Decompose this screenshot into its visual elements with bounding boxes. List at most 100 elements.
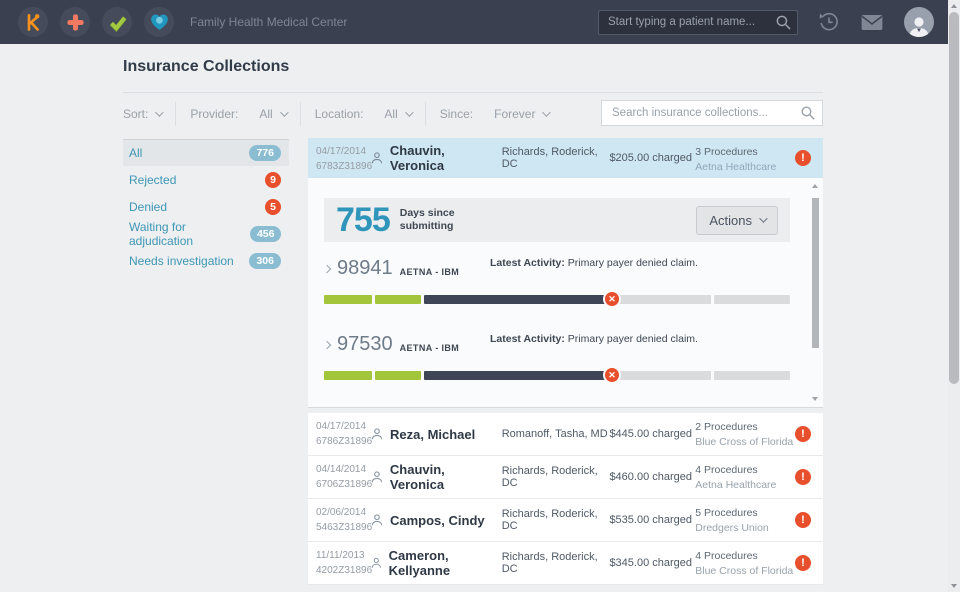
alert-icon: !: [795, 512, 811, 528]
sidebar-item-needs-investigation[interactable]: Needs investigation 306: [123, 247, 289, 274]
date-id-cell: 11/11/2013 4202Z31896: [308, 542, 370, 584]
days-since-bar: 755 Days sincesubmitting Actions: [324, 198, 790, 242]
scroll-down-icon[interactable]: [812, 397, 818, 401]
payer-name: Blue Cross of Florida: [695, 564, 795, 579]
claim-id: 4202Z31896: [316, 564, 370, 579]
charged-cell: $205.00 charged: [609, 138, 695, 178]
search-icon[interactable]: [775, 14, 792, 36]
app-icon-group: [18, 7, 174, 37]
latest-activity: Latest Activity: Primary payer denied cl…: [490, 333, 698, 345]
patient-cell: Chauvin, Veronica: [370, 138, 502, 178]
days-since-value: 755: [336, 201, 390, 240]
sidebar-item-denied[interactable]: Denied 5: [123, 193, 289, 220]
charged-cell: $445.00 charged: [609, 413, 695, 455]
progress-segment: [375, 295, 421, 304]
alert-icon: !: [795, 426, 811, 442]
sidebar-item-label: Rejected: [129, 173, 176, 187]
location-dropdown[interactable]: Location: All: [315, 107, 411, 121]
heart-icon[interactable]: [144, 7, 174, 37]
kareo-logo-icon[interactable]: [18, 7, 48, 37]
filter-divider: [300, 102, 301, 126]
provider-cell: Richards, Roderick, DC: [502, 138, 610, 178]
sidebar-item-label: Needs investigation: [129, 254, 234, 268]
actions-button[interactable]: Actions: [696, 206, 778, 235]
sidebar-item-label: All: [129, 146, 142, 160]
count-badge: 456: [250, 226, 281, 242]
provider-cell: Richards, Roderick, DC: [502, 542, 610, 584]
sort-label: Sort:: [123, 107, 148, 121]
collections-search-input[interactable]: [601, 100, 823, 126]
claim-item: 97530 AETNA - IBM Latest Activity: Prima…: [324, 333, 790, 380]
patient-name: Reza, Michael: [390, 427, 475, 442]
chevron-down-icon: [759, 214, 767, 222]
claim-date: 04/17/2014: [316, 145, 370, 160]
detail-scrollbar[interactable]: [811, 184, 820, 401]
claim-date: 04/17/2014: [316, 420, 370, 435]
procedures-count: 2 Procedures: [695, 420, 795, 435]
checkmark-icon[interactable]: [102, 7, 132, 37]
patient-name: Campos, Cindy: [390, 513, 485, 528]
table-row[interactable]: 04/17/2014 6786Z31896 Reza, Michael Roma…: [308, 413, 823, 456]
provider-cell: Richards, Roderick, DC: [502, 456, 610, 498]
payer-name: Blue Cross of Florida: [695, 435, 795, 450]
person-icon: [370, 151, 384, 165]
filter-bar: Sort: Provider: All Location: All Since:…: [123, 100, 823, 127]
progress-segment: [615, 371, 711, 380]
claim-payer: AETNA - IBM: [400, 267, 460, 277]
procedures-cell: 4 Procedures Aetna Healthcare: [695, 456, 795, 498]
filter-divider: [425, 102, 426, 126]
latest-activity: Latest Activity: Primary payer denied cl…: [490, 257, 698, 269]
history-icon[interactable]: [818, 11, 840, 33]
page-scrollbar-thumb[interactable]: [949, 12, 959, 384]
provider-cell: Romanoff, Tasha, MD: [502, 413, 610, 455]
progress-segment: [375, 371, 421, 380]
progress-segment: [714, 295, 790, 304]
patient-cell: Chauvin, Veronica: [370, 456, 502, 498]
claim-header[interactable]: 98941 AETNA - IBM Latest Activity: Prima…: [324, 257, 790, 284]
procedures-cell: 5 Procedures Dredgers Union: [695, 499, 795, 541]
sidebar-item-rejected[interactable]: Rejected 9: [123, 166, 289, 193]
provider-cell: Richards, Roderick, DC: [502, 499, 610, 541]
progress-segment: ✕: [424, 295, 612, 304]
since-dropdown[interactable]: Since: Forever: [440, 107, 549, 121]
progress-segment: [324, 371, 372, 380]
location-label: Location:: [315, 107, 364, 121]
progress-segment: [324, 295, 372, 304]
location-value: All: [384, 107, 397, 121]
claim-detail-panel: 755 Days sincesubmitting Actions 98941 A…: [308, 178, 823, 408]
sidebar-item-waiting-for-adjudication[interactable]: Waiting for adjudication 456: [123, 220, 289, 247]
sidebar-item-all[interactable]: All 776: [123, 139, 289, 166]
claim-header[interactable]: 97530 AETNA - IBM Latest Activity: Prima…: [324, 333, 790, 360]
provider-dropdown[interactable]: Provider: All: [190, 107, 285, 121]
progress-segment: ✕: [424, 371, 612, 380]
patient-cell: Campos, Cindy: [370, 499, 502, 541]
date-id-cell: 02/06/2014 5463Z31896: [308, 499, 370, 541]
table-row[interactable]: 02/06/2014 5463Z31896 Campos, Cindy Rich…: [308, 499, 823, 542]
scroll-up-icon[interactable]: [951, 4, 957, 8]
person-icon: [370, 427, 384, 441]
patient-search-input[interactable]: [598, 10, 798, 35]
scroll-up-icon[interactable]: [812, 184, 818, 188]
alert-icon: !: [795, 150, 811, 166]
collections-list: 04/17/2014 6783Z31896 Chauvin, Veronica …: [308, 138, 823, 585]
page-scrollbar[interactable]: [948, 0, 960, 592]
claim-id: 5463Z31896: [316, 521, 370, 536]
search-icon[interactable]: [800, 105, 816, 124]
sort-dropdown[interactable]: Sort:: [123, 107, 161, 121]
practice-name: Family Health Medical Center: [190, 15, 347, 29]
table-row[interactable]: 04/14/2014 6706Z31896 Chauvin, Veronica …: [308, 456, 823, 499]
procedures-cell: 3 Procedures Aetna Healthcare: [695, 138, 795, 178]
mail-icon[interactable]: [860, 14, 884, 31]
patient-name: Chauvin, Veronica: [390, 462, 502, 492]
claim-id: 6706Z31896: [316, 478, 370, 493]
scroll-down-icon[interactable]: [951, 584, 957, 588]
procedures-count: 3 Procedures: [695, 145, 795, 160]
procedures-count: 4 Procedures: [695, 549, 795, 564]
table-row[interactable]: 11/11/2013 4202Z31896 Cameron, Kellyanne…: [308, 542, 823, 585]
person-icon: [370, 470, 384, 484]
detail-scrollbar-thumb[interactable]: [812, 198, 819, 348]
since-value: Forever: [494, 107, 535, 121]
medical-cross-icon[interactable]: [60, 7, 90, 37]
table-row-selected[interactable]: 04/17/2014 6783Z31896 Chauvin, Veronica …: [308, 138, 823, 178]
user-avatar[interactable]: [904, 7, 934, 37]
